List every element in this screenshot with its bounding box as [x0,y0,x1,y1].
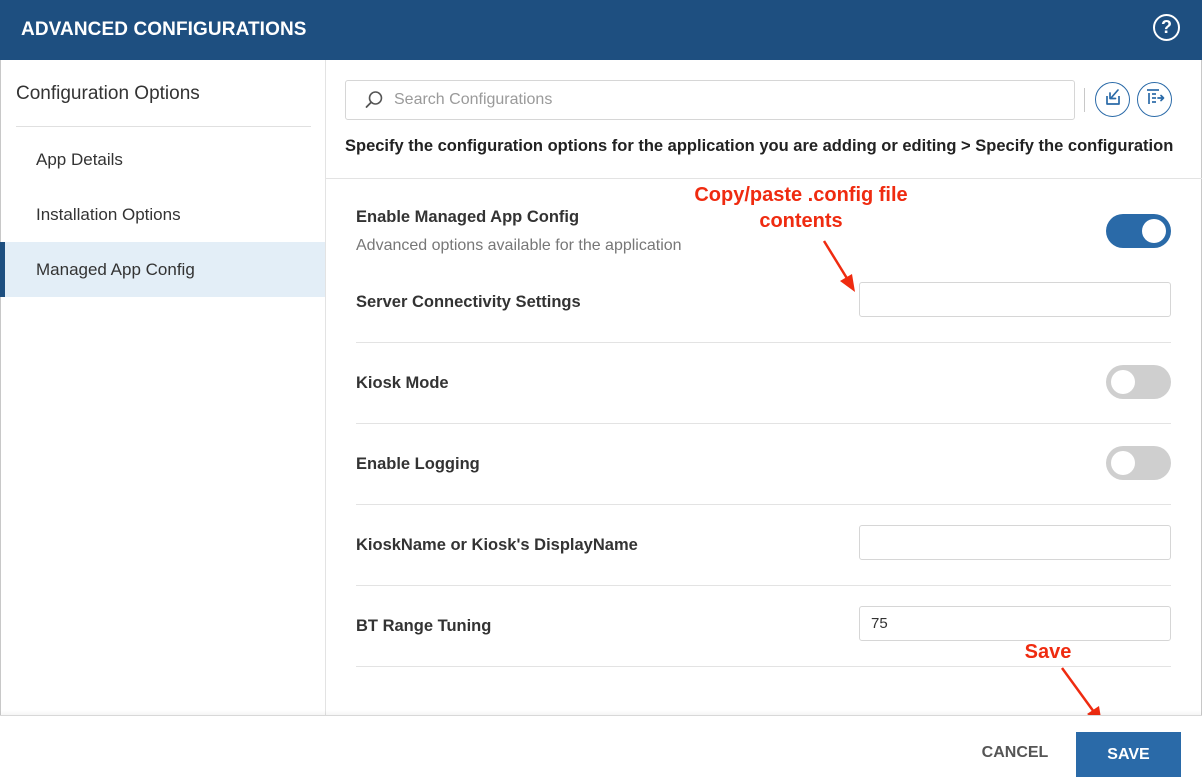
breadcrumb-part-1: Specify the configuration options for th… [345,137,957,155]
toggle-knob [1111,370,1135,394]
enable-logging-toggle[interactable] [1106,446,1171,480]
import-button[interactable] [1095,82,1130,117]
toggle-knob [1111,451,1135,475]
sidebar: Configuration Options App Details Instal… [0,60,326,715]
export-list-icon [1145,87,1165,112]
bt-range-input[interactable] [859,606,1171,641]
export-button[interactable] [1137,82,1172,117]
dialog-title: ADVANCED CONFIGURATIONS [21,19,307,40]
row-divider [356,585,1171,586]
managed-app-config-toggle[interactable] [1106,214,1171,248]
server-connectivity-input[interactable] [859,282,1171,317]
managed-app-config-description: Advanced options available for the appli… [356,237,682,254]
row-divider [356,423,1171,424]
config-annotation: Copy/paste .config file contents [668,182,934,234]
bt-range-label: BT Range Tuning [356,617,492,635]
dialog-header: ADVANCED CONFIGURATIONS ? [0,0,1202,60]
sidebar-title: Configuration Options [16,83,200,104]
content-divider [326,178,1202,179]
row-divider [356,504,1171,505]
cancel-button[interactable]: CANCEL [966,733,1064,773]
sidebar-divider [16,126,311,127]
kiosk-name-label: KioskName or Kiosk's DisplayName [356,536,638,554]
sidebar-item-label: Installation Options [36,204,181,224]
kiosk-mode-label: Kiosk Mode [356,374,449,392]
sidebar-item-managed-app-config[interactable]: Managed App Config [0,242,325,297]
question-circle-icon[interactable]: ? [1153,14,1180,41]
toggle-knob [1142,219,1166,243]
search-input[interactable] [394,91,1054,109]
import-icon [1103,87,1123,112]
toolbar-separator [1084,88,1085,112]
managed-app-config-label: Enable Managed App Config [356,208,580,226]
save-annotation: Save [1024,641,1072,663]
kiosk-name-input[interactable] [859,525,1171,560]
breadcrumb-separator: > [961,137,971,155]
config-annotation-line-2: contents [759,210,843,232]
kiosk-mode-toggle[interactable] [1106,365,1171,399]
server-connectivity-label: Server Connectivity Settings [356,293,581,311]
breadcrumb: Specify the configuration options for th… [345,137,1173,159]
config-annotation-line-1: Copy/paste .config file [694,184,908,206]
row-divider [356,666,1171,667]
row-divider [356,342,1171,343]
sidebar-item-installation-options[interactable]: Installation Options [0,187,325,242]
dialog-footer: CANCEL SAVE [0,715,1202,781]
save-button[interactable]: SAVE [1076,732,1181,777]
search-box [345,80,1075,120]
help-glyph: ? [1161,17,1172,37]
breadcrumb-part-2: Specify the configuration options [975,137,1173,155]
sidebar-item-app-details[interactable]: App Details [0,132,325,187]
enable-logging-label: Enable Logging [356,455,480,473]
sidebar-item-label: Managed App Config [36,259,195,279]
search-icon [354,81,394,119]
sidebar-item-label: App Details [36,149,123,169]
